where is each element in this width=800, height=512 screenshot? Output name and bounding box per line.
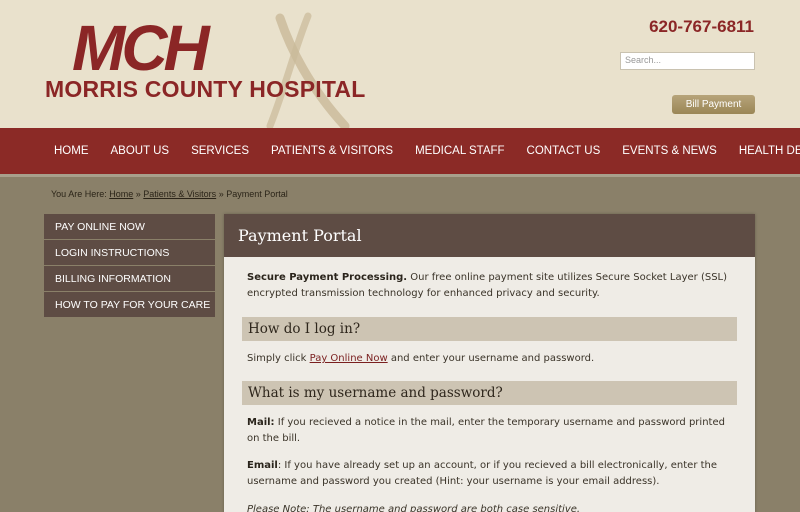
intro-bold: Secure Payment Processing. (247, 272, 408, 283)
logo-letters: MCH (72, 12, 210, 84)
nav-medical-staff[interactable]: MEDICAL STAFF (404, 145, 515, 157)
mail-text: If you recieved a notice in the mail, en… (247, 417, 725, 444)
nav-health-dept[interactable]: HEALTH DEPT (728, 145, 800, 157)
email-text: : If you have already set up an account,… (247, 460, 718, 487)
nav-services[interactable]: SERVICES (180, 145, 260, 157)
breadcrumb-separator: » (218, 189, 224, 199)
breadcrumb-separator: » (135, 189, 141, 199)
email-bold: Email (247, 460, 278, 471)
logo-hospital-name[interactable]: MORRIS COUNTY HOSPITAL (45, 76, 365, 103)
logo-mch[interactable]: MCH (72, 16, 210, 80)
email-paragraph: Email: If you have already set up an acc… (247, 458, 737, 490)
mail-bold: Mail: (247, 417, 275, 428)
nav-divider (0, 174, 800, 177)
sidebar-menu: PAY ONLINE NOW LOGIN INSTRUCTIONS BILLIN… (44, 214, 215, 318)
sidebar-item-pay-online-now[interactable]: PAY ONLINE NOW (44, 214, 215, 240)
sidebar-item-how-to-pay[interactable]: HOW TO PAY FOR YOUR CARE (44, 292, 215, 318)
heading-login: How do I log in? (242, 317, 737, 341)
mail-paragraph: Mail: If you recieved a notice in the ma… (247, 415, 737, 447)
heading-username: What is my username and password? (242, 381, 737, 405)
site-header: MCH MORRIS COUNTY HOSPITAL 620-767-6811 … (0, 0, 800, 128)
nav-home[interactable]: HOME (43, 145, 100, 157)
breadcrumb: You Are Here: Home » Patients & Visitors… (51, 189, 288, 199)
page-title: Payment Portal (224, 214, 755, 257)
sidebar-item-login-instructions[interactable]: LOGIN INSTRUCTIONS (44, 240, 215, 266)
main-nav: HOME ABOUT US SERVICES PATIENTS & VISITO… (0, 128, 800, 174)
nav-events-news[interactable]: EVENTS & NEWS (611, 145, 728, 157)
content-panel: Payment Portal Secure Payment Processing… (224, 214, 755, 512)
sidebar-item-billing-information[interactable]: BILLING INFORMATION (44, 266, 215, 292)
intro-paragraph: Secure Payment Processing. Our free onli… (247, 270, 737, 302)
phone-number: 620-767-6811 (649, 17, 754, 36)
breadcrumb-section-link[interactable]: Patients & Visitors (143, 189, 216, 199)
breadcrumb-prefix: You Are Here: (51, 189, 107, 199)
search-input[interactable]: Search... (620, 52, 755, 70)
bill-payment-button[interactable]: Bill Payment (672, 95, 755, 114)
nav-contact-us[interactable]: CONTACT US (516, 145, 612, 157)
breadcrumb-current: Payment Portal (226, 189, 288, 199)
login-paragraph: Simply click Pay Online Now and enter yo… (247, 351, 737, 367)
login-pre: Simply click (247, 353, 310, 364)
login-post: and enter your username and password. (387, 353, 595, 364)
breadcrumb-home-link[interactable]: Home (109, 189, 133, 199)
pay-online-now-link[interactable]: Pay Online Now (310, 353, 388, 364)
note-paragraph: Please Note: The username and password a… (247, 504, 581, 512)
nav-about-us[interactable]: ABOUT US (100, 145, 181, 157)
logo-swoosh-graphic (266, 12, 350, 128)
nav-patients-visitors[interactable]: PATIENTS & VISITORS (260, 145, 404, 157)
